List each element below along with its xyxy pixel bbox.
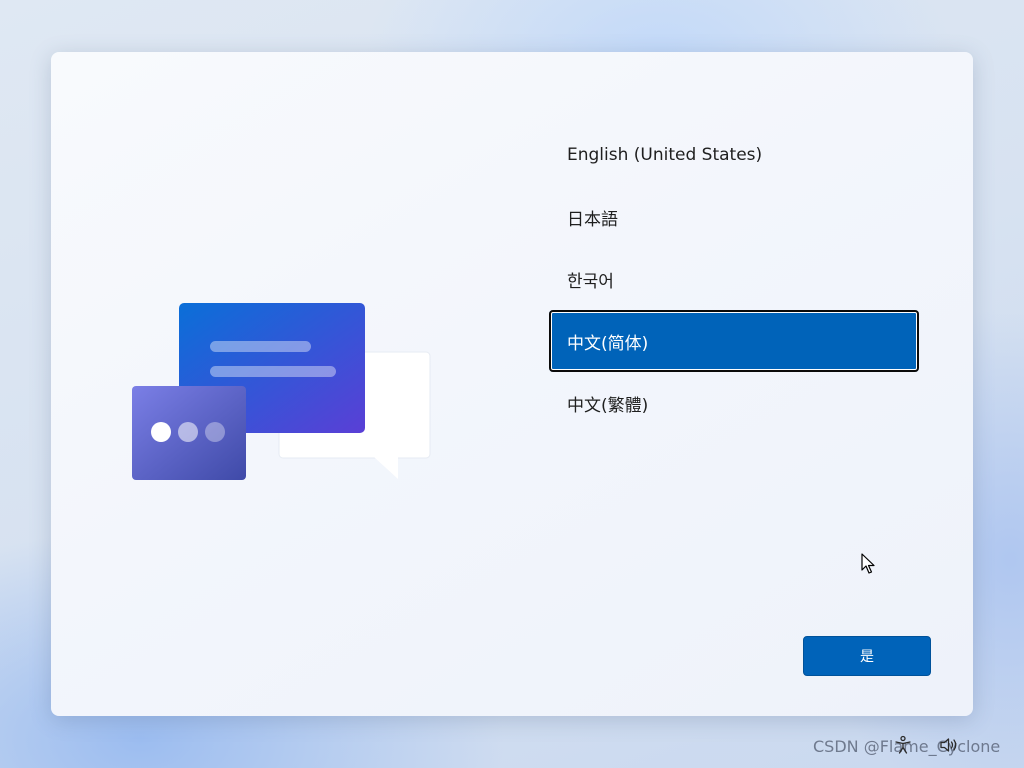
language-label: English (United States) [567,145,763,165]
mouse-cursor-icon [861,553,875,574]
typing-dots-icon [132,386,246,480]
language-label: 中文(繁體) [567,395,649,416]
language-label: 한국어 [567,271,614,292]
system-tray [893,735,959,755]
language-option-korean[interactable]: 한국어 [549,248,919,310]
yes-button[interactable]: 是 [803,636,931,676]
language-illustration [132,303,431,480]
language-option-english[interactable]: English (United States) [549,124,919,186]
volume-icon[interactable] [939,735,959,755]
accessibility-icon[interactable] [893,735,913,755]
language-option-chinese-simplified[interactable]: 中文(简体) [549,310,919,372]
setup-window: English (United States) 日本語 한국어 中文(简体) 中… [51,52,973,716]
language-option-chinese-traditional[interactable]: 中文(繁體) [549,372,919,434]
language-list: English (United States) 日本語 한국어 中文(简体) 中… [549,124,919,434]
language-label: 日本語 [567,209,618,230]
language-option-japanese[interactable]: 日本語 [549,186,919,248]
language-label: 中文(简体) [567,333,649,354]
